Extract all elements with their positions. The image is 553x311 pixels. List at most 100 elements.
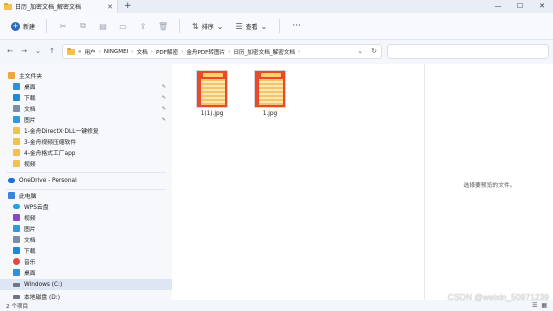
address-row: ← → ⌄ ↑ « 用户 › NINGMEI › 文档 › PDF解密 › 金舟…	[0, 40, 553, 62]
breadcrumb-pdf-to-image[interactable]: 金舟PDF转图片	[186, 48, 225, 56]
nav-label: WPS云盘	[24, 205, 49, 211]
nav-label: 图片	[24, 118, 36, 124]
window-controls: — ☐ ✕	[487, 0, 553, 13]
chevron-down-icon: ⌄	[260, 21, 268, 31]
sort-label: 排序	[201, 23, 214, 31]
nav-label: OneDrive - Personal	[19, 177, 77, 184]
more-button[interactable]: ···	[286, 21, 307, 31]
minimize-button[interactable]: —	[487, 0, 509, 13]
chevron-down-icon[interactable]: ⌄	[357, 47, 363, 55]
nav-item-documents[interactable]: 文档	[0, 234, 172, 245]
nav-label: 桌面	[24, 85, 36, 91]
toolbar-divider	[179, 19, 181, 33]
delete-icon[interactable]: 🗑	[153, 22, 173, 31]
document-icon	[13, 236, 20, 243]
breadcrumb-pdf-decrypt[interactable]: PDF解密	[156, 48, 178, 56]
cloud-icon	[13, 204, 20, 209]
home-icon	[8, 72, 15, 79]
nav-label: 下载	[24, 249, 36, 255]
breadcrumb-separator: ›	[181, 48, 184, 55]
folder-icon	[4, 2, 12, 10]
nav-item-folder[interactable]: 视频	[0, 158, 172, 169]
tab-title: 日历_加密文档_解密文档	[15, 4, 82, 11]
computer-icon	[8, 192, 15, 199]
tab-close-icon[interactable]: ✕	[107, 3, 113, 11]
file-name: 1.jpg	[262, 111, 278, 117]
sort-icon: ⇅	[192, 21, 199, 31]
refresh-icon[interactable]: ↻	[371, 47, 377, 55]
nav-label: 1-金舟DirectX·DLL一键修复	[24, 129, 99, 135]
copy-icon[interactable]: ⧉	[73, 21, 93, 31]
preview-pane: 选择要预览的文件。	[424, 64, 553, 300]
breadcrumb-current[interactable]: 日历_加密文档_解密文档	[233, 48, 295, 56]
nav-item-music[interactable]: 音乐	[0, 256, 172, 267]
breadcrumb-separator: ›	[150, 48, 153, 55]
nav-item-videos[interactable]: 视频	[0, 212, 172, 223]
paste-icon[interactable]: ▤	[93, 22, 113, 31]
nav-item-wps[interactable]: WPS云盘	[0, 201, 172, 212]
new-tab-button[interactable]: +	[124, 1, 132, 11]
image-thumbnail	[196, 70, 228, 108]
folder-icon	[67, 47, 75, 55]
sort-button[interactable]: ⇅ 排序 ⌄	[186, 22, 229, 31]
toolbar-divider	[46, 19, 48, 33]
nav-item-desktop[interactable]: 桌面 ✎	[0, 81, 172, 92]
nav-item-folder[interactable]: 3-金舟视频压缩软件	[0, 136, 172, 147]
tab-active[interactable]: 日历_加密文档_解密文档 ✕	[0, 0, 118, 13]
item-count: 2 个项目	[6, 303, 29, 310]
preview-message: 选择要预览的文件。	[463, 183, 516, 189]
document-icon	[13, 105, 20, 112]
breadcrumb-separator: ›	[297, 48, 301, 55]
watermark: CSDN @weixin_50971239	[447, 292, 549, 302]
nav-item-documents[interactable]: 文档 ✎	[0, 103, 172, 114]
plus-icon: +	[11, 21, 20, 31]
nav-label: 此电脑	[19, 194, 37, 200]
breadcrumb-user[interactable]: NINGMEI	[104, 49, 128, 55]
recent-dropdown-icon[interactable]: ⌄	[31, 47, 45, 55]
nav-label: 下载	[24, 96, 36, 102]
nav-item-pictures[interactable]: 图片 ✎	[0, 114, 172, 125]
cloud-icon	[8, 178, 15, 183]
address-bar[interactable]: « 用户 › NINGMEI › 文档 › PDF解密 › 金舟PDF转图片 ›…	[62, 44, 382, 59]
download-icon	[13, 247, 20, 254]
rename-icon[interactable]: ▭	[113, 22, 133, 31]
maximize-button[interactable]: ☐	[509, 0, 531, 13]
music-icon	[13, 258, 20, 265]
chevron-down-icon: ⌄	[216, 21, 224, 31]
close-button[interactable]: ✕	[531, 0, 553, 13]
desktop-icon	[13, 269, 20, 276]
file-item[interactable]: 1(1).jpg	[188, 70, 236, 117]
forward-icon[interactable]: →	[17, 47, 31, 55]
search-input[interactable]	[387, 44, 549, 59]
nav-item-folder[interactable]: 1-金舟DirectX·DLL一键修复	[0, 125, 172, 136]
nav-item-downloads[interactable]: 下载	[0, 245, 172, 256]
nav-item-folder[interactable]: 4-金舟格式工厂app	[0, 147, 172, 158]
nav-item-pictures[interactable]: 图片	[0, 223, 172, 234]
nav-item-home[interactable]: 主文件夹	[0, 70, 172, 81]
tiles-view-icon[interactable]: ▦	[541, 302, 547, 309]
nav-item-desktop[interactable]: 桌面	[0, 267, 172, 278]
nav-label: 音乐	[24, 260, 36, 266]
view-icon: ☰	[235, 21, 243, 31]
file-item[interactable]: 1.jpg	[246, 70, 294, 117]
share-icon[interactable]: ⇪	[133, 22, 153, 31]
new-button[interactable]: + 新建	[6, 19, 40, 34]
nav-item-this-pc[interactable]: 此电脑	[0, 190, 172, 201]
details-view-icon[interactable]: ☰	[532, 302, 537, 309]
back-icon[interactable]: ←	[3, 47, 17, 55]
breadcrumb-overflow[interactable]: «	[78, 49, 81, 55]
nav-label: 视频	[24, 162, 36, 168]
nav-item-downloads[interactable]: 下载 ✎	[0, 92, 172, 103]
title-bar: 日历_加密文档_解密文档 ✕ + — ☐ ✕	[0, 0, 553, 13]
nav-item-onedrive[interactable]: OneDrive - Personal	[0, 175, 172, 186]
nav-item-drive-c[interactable]: Windows (C:)	[0, 279, 172, 290]
up-icon[interactable]: ↑	[45, 47, 59, 55]
nav-label: Windows (C:)	[24, 281, 63, 288]
view-button[interactable]: ☰ 查看 ⌄	[229, 22, 273, 31]
nav-label: 视频	[24, 216, 36, 222]
download-icon	[13, 94, 20, 101]
pin-icon: ✎	[161, 94, 166, 101]
breadcrumb-users[interactable]: 用户	[84, 48, 95, 56]
cut-icon[interactable]: ✂	[53, 22, 73, 31]
breadcrumb-documents[interactable]: 文档	[137, 48, 148, 56]
